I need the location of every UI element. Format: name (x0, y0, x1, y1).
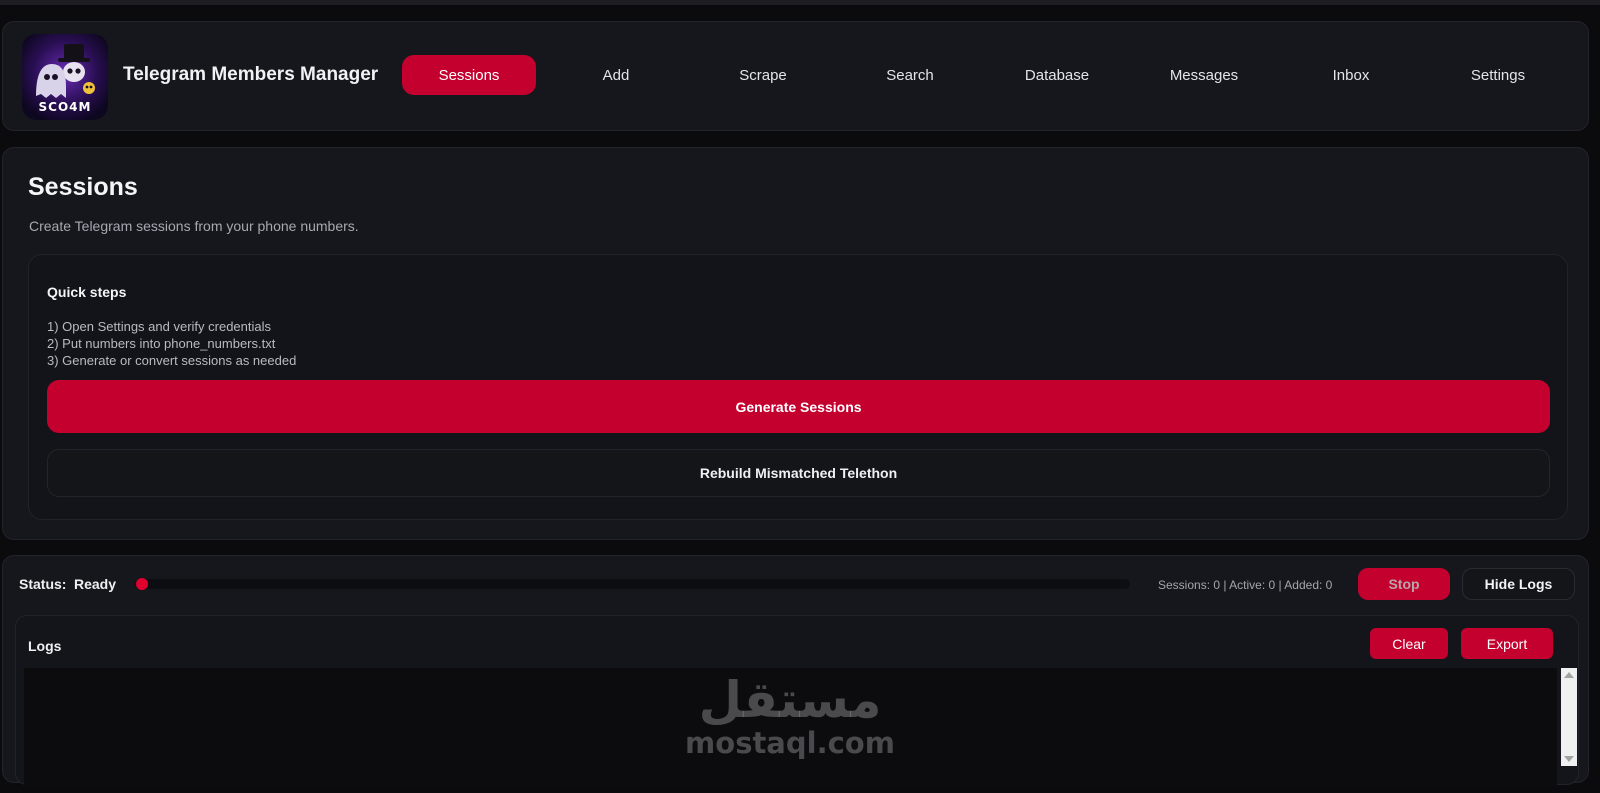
scroll-up-icon[interactable] (1564, 672, 1574, 678)
export-logs-button[interactable]: Export (1461, 628, 1553, 659)
log-scrollbar[interactable] (1561, 668, 1577, 766)
quick-steps-title: Quick steps (47, 284, 127, 300)
logo-text: SCO4M (38, 100, 92, 114)
tab-label: Database (1024, 66, 1090, 84)
window-top-bar (0, 0, 1600, 5)
tab-label: Settings (1470, 66, 1526, 84)
status-label: Status: (19, 576, 67, 592)
tab-sessions[interactable]: Sessions (402, 55, 536, 95)
clear-logs-button[interactable]: Clear (1370, 628, 1448, 659)
tab-settings[interactable]: Settings (1431, 55, 1565, 95)
page-title: Sessions (28, 173, 138, 201)
quick-steps-list: 1) Open Settings and verify credentials … (47, 318, 296, 369)
status-value: Ready (74, 576, 117, 592)
progress-indicator (136, 578, 148, 590)
tab-label: Scrape (739, 66, 787, 84)
app-title: Telegram Members Manager (123, 64, 379, 85)
step-item: 2) Put numbers into phone_numbers.txt (47, 336, 276, 351)
app-logo: SCO4M (22, 34, 108, 120)
tab-scrape[interactable]: Scrape (696, 55, 830, 95)
rebuild-telethon-button[interactable]: Rebuild Mismatched Telethon (47, 449, 1550, 497)
hide-logs-button[interactable]: Hide Logs (1462, 568, 1575, 600)
tab-inbox[interactable]: Inbox (1284, 55, 1418, 95)
quick-steps-card: Quick steps 1) Open Settings and verify … (28, 254, 1568, 520)
tab-label: Inbox (1332, 66, 1370, 84)
tab-label: Sessions (438, 66, 500, 84)
sessions-panel: Sessions Create Telegram sessions from y… (2, 147, 1589, 540)
tab-add[interactable]: Add (549, 55, 683, 95)
scroll-down-icon[interactable] (1564, 756, 1574, 762)
step-item: 1) Open Settings and verify credentials (47, 319, 272, 334)
generate-sessions-button[interactable]: Generate Sessions (47, 380, 1550, 433)
log-output[interactable] (24, 668, 1557, 786)
step-item: 3) Generate or convert sessions as neede… (47, 353, 297, 368)
logs-card: Logs Clear Export (15, 615, 1579, 786)
tab-search[interactable]: Search (843, 55, 977, 95)
tab-label: Search (886, 66, 934, 84)
tab-messages[interactable]: Messages (1137, 55, 1271, 95)
page-subtitle: Create Telegram sessions from your phone… (29, 218, 359, 234)
tab-label: Add (602, 66, 630, 84)
tab-label: Messages (1169, 66, 1239, 84)
tab-database[interactable]: Database (990, 55, 1124, 95)
logs-title: Logs (28, 638, 62, 654)
status-panel: Status: Ready Sessions: 0 | Active: 0 | … (2, 555, 1589, 786)
app-header: SCO4M Telegram Members Manager Sessions … (2, 21, 1589, 131)
stop-button[interactable]: Stop (1358, 568, 1450, 600)
session-counters: Sessions: 0 | Active: 0 | Added: 0 (1158, 578, 1333, 592)
progress-bar (135, 578, 1130, 590)
